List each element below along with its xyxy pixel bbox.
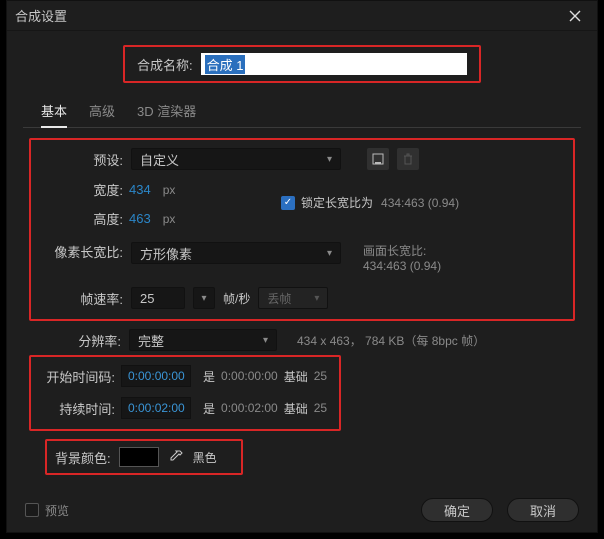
footer: 预览 确定 取消	[7, 488, 597, 532]
dur-base-v: 0:00:02:00	[221, 401, 278, 415]
dur-base-l: 基础	[284, 400, 308, 417]
start-tc-label: 开始时间码:	[41, 367, 115, 386]
tab-advanced[interactable]: 高级	[89, 95, 115, 127]
comp-name-highlight: 合成名称: 合成 1	[123, 45, 481, 83]
bgcolor-label: 背景颜色:	[55, 448, 111, 467]
chevron-down-icon: ▾	[327, 154, 332, 165]
close-icon[interactable]	[561, 2, 589, 30]
start-base-l: 基础	[284, 368, 308, 385]
fps-input[interactable]: 25	[131, 287, 185, 309]
bgcolor-highlight: 背景颜色: 黑色	[45, 439, 243, 475]
preview-checkbox[interactable]	[25, 503, 39, 517]
width-value[interactable]: 434	[129, 182, 151, 197]
fps-stepper[interactable]: ▾	[193, 287, 215, 309]
height-label: 高度:	[41, 209, 123, 228]
fps-unit: 帧/秒	[223, 290, 250, 307]
width-label: 宽度:	[41, 180, 123, 199]
frame-aspect-value: 434:463 (0.94)	[363, 259, 441, 273]
res-label: 分辨率:	[29, 331, 121, 350]
ok-button[interactable]: 确定	[421, 498, 493, 522]
lock-aspect-label: 锁定长宽比为	[301, 194, 373, 211]
par-label: 像素长宽比:	[41, 242, 123, 261]
tab-basic[interactable]: 基本	[41, 95, 67, 128]
comp-name-input[interactable]: 合成 1	[201, 53, 467, 75]
res-select[interactable]: 完整 ▾	[129, 329, 277, 351]
chevron-down-icon: ▾	[263, 335, 268, 346]
fps-label: 帧速率:	[41, 289, 123, 308]
preset-label: 预设:	[41, 150, 123, 169]
res-value: 完整	[138, 331, 164, 350]
delete-preset-icon[interactable]	[397, 148, 419, 170]
dur-label: 持续时间:	[41, 399, 115, 418]
frame-aspect-label: 画面长宽比:	[363, 242, 441, 259]
cancel-button[interactable]: 取消	[507, 498, 579, 522]
height-unit: px	[163, 212, 176, 226]
timecode-highlight: 开始时间码: 0:00:00:00 是 0:00:00:00 基础 25 持续时…	[29, 355, 341, 431]
preview-label: 预览	[45, 502, 69, 519]
preset-select[interactable]: 自定义 ▾	[131, 148, 341, 170]
dur-base-n: 25	[314, 401, 327, 415]
lock-aspect-checkbox[interactable]: ✓	[281, 196, 295, 210]
tabs: 基本 高级 3D 渲染器	[23, 95, 581, 128]
window-title: 合成设置	[15, 6, 67, 25]
save-preset-icon[interactable]	[367, 148, 389, 170]
start-base-v: 0:00:00:00	[221, 369, 278, 383]
comp-name-value: 合成 1	[205, 55, 246, 74]
res-info: 434 x 463， 784 KB（每 8bpc 帧）	[297, 332, 485, 349]
start-tc-input[interactable]: 0:00:00:00	[121, 365, 191, 387]
bgcolor-swatch[interactable]	[119, 447, 159, 467]
height-value[interactable]: 463	[129, 211, 151, 226]
eyedropper-icon[interactable]	[167, 448, 185, 466]
drop-frame-select: 丢帧▾	[258, 287, 328, 309]
preset-value: 自定义	[140, 150, 179, 169]
start-is: 是	[203, 368, 215, 385]
bgcolor-name: 黑色	[193, 449, 217, 466]
dur-is: 是	[203, 400, 215, 417]
width-unit: px	[163, 183, 176, 197]
chevron-down-icon: ▾	[327, 248, 332, 259]
titlebar: 合成设置	[7, 1, 597, 31]
tab-3d-renderer[interactable]: 3D 渲染器	[137, 95, 196, 127]
comp-name-label: 合成名称:	[137, 55, 193, 74]
composition-settings-dialog: 合成设置 合成名称: 合成 1 基本 高级 3D 渲染器 预设:	[6, 0, 598, 533]
dur-input[interactable]: 0:00:02:00	[121, 397, 191, 419]
start-base-n: 25	[314, 369, 327, 383]
dimensions-highlight: 预设: 自定义 ▾ 宽度: 434	[29, 138, 575, 321]
par-select[interactable]: 方形像素 ▾	[131, 242, 341, 264]
par-value: 方形像素	[140, 244, 192, 263]
lock-aspect-ratio: 434:463 (0.94)	[381, 196, 459, 210]
